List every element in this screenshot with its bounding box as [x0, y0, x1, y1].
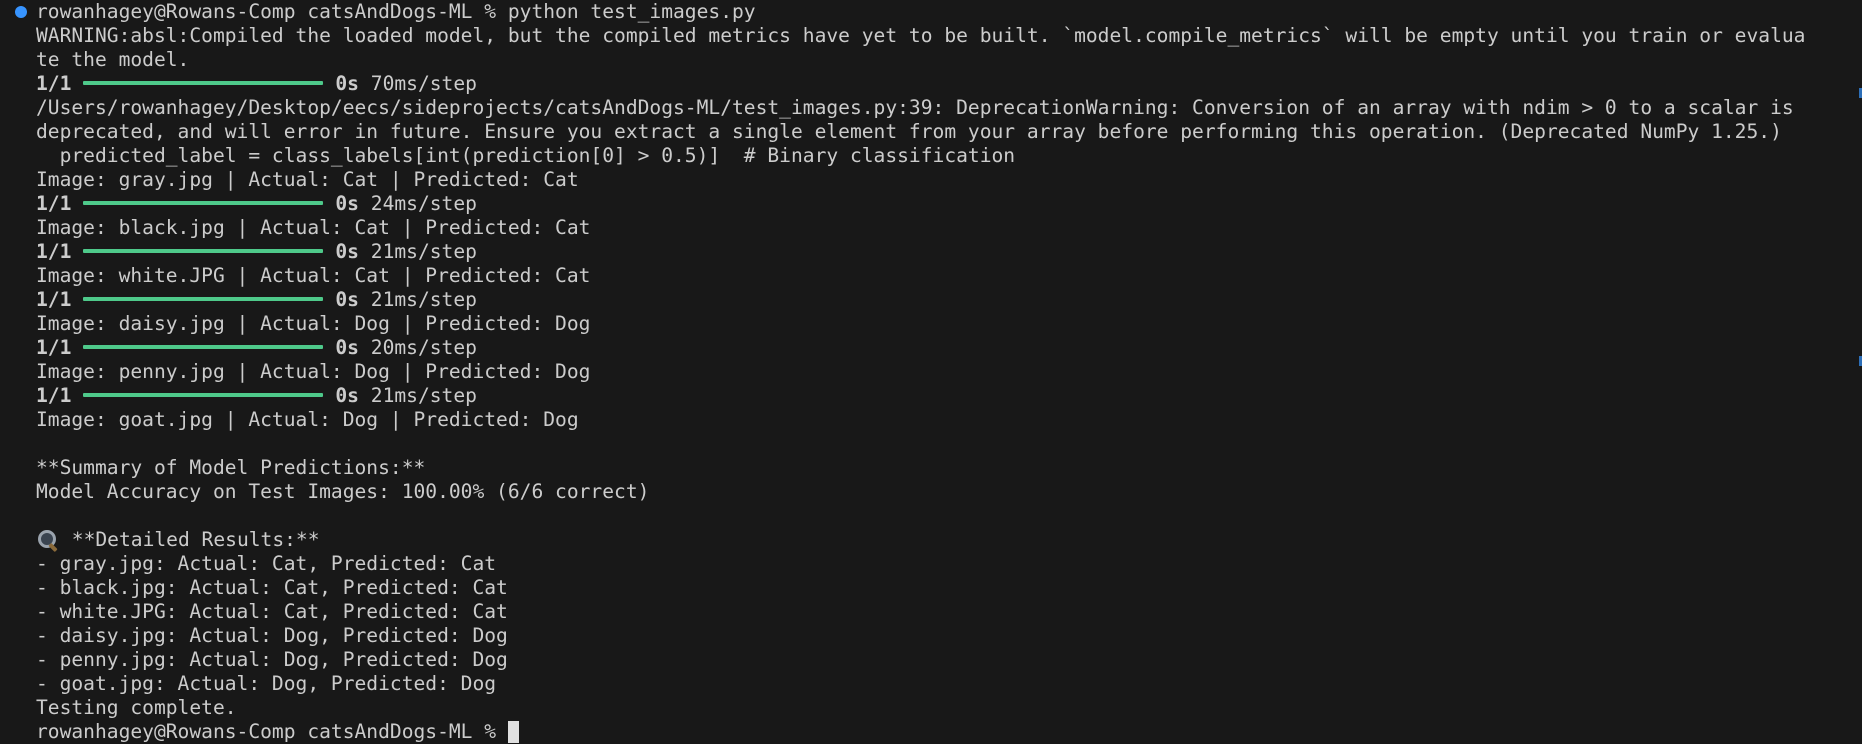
step-count: 1/1: [36, 192, 72, 215]
detailed-item: - gray.jpg: Actual: Cat, Predicted: Cat: [36, 552, 497, 575]
result-line: Image: daisy.jpg | Actual: Dog | Predict…: [36, 312, 591, 335]
detailed-heading: **Detailed Results:**: [60, 528, 320, 551]
progress-line: 1/1 0s 21ms/step: [36, 288, 1836, 312]
step-rate: 21ms/step: [370, 288, 477, 311]
progress-line: 1/1 0s 20ms/step: [36, 336, 1836, 360]
accuracy-line: Model Accuracy on Test Images: 100.00% (…: [36, 480, 650, 503]
progress-bar: [83, 80, 324, 85]
progress-line: 1/1 0s 70ms/step: [36, 72, 1836, 96]
summary-heading: **Summary of Model Predictions:**: [36, 456, 426, 479]
deprecation-line-3: predicted_label = class_labels[int(predi…: [36, 144, 1016, 167]
step-count: 1/1: [36, 72, 72, 95]
step-count: 1/1: [36, 240, 72, 263]
step-rate: 24ms/step: [370, 192, 477, 215]
result-line: Image: penny.jpg | Actual: Dog | Predict…: [36, 360, 591, 383]
terminal-output[interactable]: rowanhagey@Rowans-Comp catsAndDogs-ML % …: [36, 0, 1836, 744]
prompt-status-dot-icon: [15, 6, 27, 18]
text-cursor: [507, 721, 519, 743]
warning-line-2: te the model.: [36, 48, 190, 71]
progress-line: 1/1 0s 21ms/step: [36, 240, 1836, 264]
next-prompt: rowanhagey@Rowans-Comp catsAndDogs-ML %: [36, 720, 508, 743]
step-rate: 70ms/step: [370, 72, 477, 95]
deprecation-line-1: /Users/rowanhagey/Desktop/eecs/sideproje…: [36, 96, 1794, 119]
progress-bar: [83, 296, 324, 301]
step-time: 0s: [335, 384, 359, 407]
step-count: 1/1: [36, 336, 72, 359]
warning-line-1: WARNING:absl:Compiled the loaded model, …: [36, 24, 1806, 47]
step-rate: 21ms/step: [370, 384, 477, 407]
detailed-heading-line: **Detailed Results:**: [36, 528, 1836, 553]
step-time: 0s: [335, 240, 359, 263]
progress-line: 1/1 0s 24ms/step: [36, 192, 1836, 216]
magnifying-glass-icon: [36, 528, 60, 553]
detailed-item: - penny.jpg: Actual: Dog, Predicted: Dog: [36, 648, 508, 671]
step-time: 0s: [335, 336, 359, 359]
result-line: Image: gray.jpg | Actual: Cat | Predicte…: [36, 168, 579, 191]
prompt-line: rowanhagey@Rowans-Comp catsAndDogs-ML % …: [36, 0, 756, 23]
detailed-item: - daisy.jpg: Actual: Dog, Predicted: Dog: [36, 624, 508, 647]
step-time: 0s: [335, 288, 359, 311]
deprecation-line-2: deprecated, and will error in future. En…: [36, 120, 1782, 143]
progress-bar: [83, 344, 324, 349]
result-line: Image: goat.jpg | Actual: Dog | Predicte…: [36, 408, 579, 431]
progress-bar: [83, 200, 324, 205]
step-time: 0s: [335, 192, 359, 215]
progress-bar: [83, 392, 324, 397]
detailed-item: - black.jpg: Actual: Cat, Predicted: Cat: [36, 576, 508, 599]
step-count: 1/1: [36, 384, 72, 407]
result-line: Image: black.jpg | Actual: Cat | Predict…: [36, 216, 591, 239]
detailed-item: - goat.jpg: Actual: Dog, Predicted: Dog: [36, 672, 497, 695]
complete-line: Testing complete.: [36, 696, 237, 719]
detailed-item: - white.JPG: Actual: Cat, Predicted: Cat: [36, 600, 508, 623]
step-rate: 21ms/step: [370, 240, 477, 263]
progress-bar: [83, 248, 324, 253]
step-rate: 20ms/step: [370, 336, 477, 359]
result-line: Image: white.JPG | Actual: Cat | Predict…: [36, 264, 591, 287]
progress-line: 1/1 0s 21ms/step: [36, 384, 1836, 408]
step-time: 0s: [335, 72, 359, 95]
step-count: 1/1: [36, 288, 72, 311]
